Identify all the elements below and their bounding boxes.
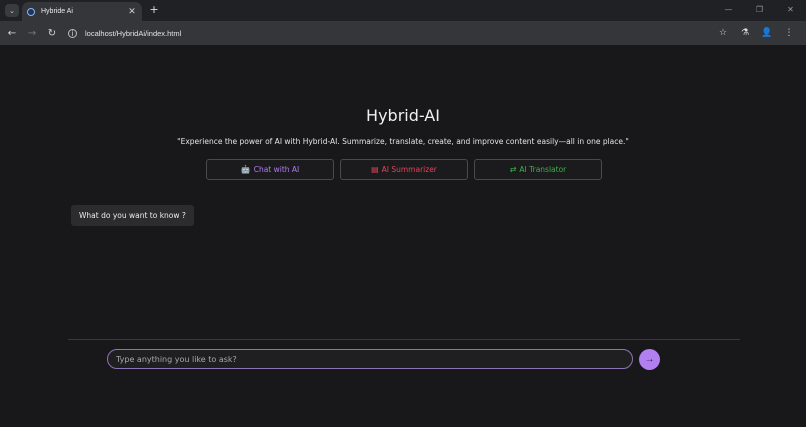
send-button[interactable]: → [639,349,660,370]
chat-input[interactable] [107,349,633,369]
ai-translator-button[interactable]: ⇄ AI Translator [474,159,602,180]
tab-bar: ⌄ Hybride Ai ✕ + — ❐ ✕ [0,0,806,21]
browser-toolbar: ← → ↻ i localhost/HybridAi/index.html ☆ … [0,21,806,45]
tab-title: Hybride Ai [41,8,73,15]
ai-translator-label: AI Translator [519,165,567,174]
forward-button[interactable]: → [22,28,42,39]
labs-flask-icon[interactable]: ⚗ [734,28,756,38]
site-info-icon[interactable]: i [68,28,77,38]
document-icon: ▤ [371,165,379,174]
chat-with-ai-label: Chat with AI [253,165,300,174]
chevron-down-icon: ⌄ [9,6,15,15]
browser-tab[interactable]: Hybride Ai ✕ [22,2,142,21]
profile-icon[interactable]: 👤 [756,28,778,38]
close-tab-icon[interactable]: ✕ [127,7,137,17]
arrow-right-icon: → [644,354,655,365]
address-bar[interactable]: i localhost/HybridAi/index.html [68,28,181,38]
page-title: Hybrid-AI [366,106,440,125]
chat-with-ai-button[interactable]: 🤖 Chat with AI [206,159,334,180]
site-favicon-icon [27,7,35,16]
ai-summarizer-label: AI Summarizer [381,165,437,174]
minimize-button[interactable]: — [713,0,744,21]
toolbar-right-icons: ☆ ⚗ 👤 ⋮ [712,21,800,45]
mode-buttons: 🤖 Chat with AI ▤ AI Summarizer ⇄ AI Tran… [206,159,602,180]
new-tab-button[interactable]: + [148,3,160,17]
page-content: Hybrid-AI "Experience the power of AI wi… [0,45,806,427]
tab-list-button[interactable]: ⌄ [5,4,19,17]
menu-icon[interactable]: ⋮ [778,28,800,38]
close-window-button[interactable]: ✕ [775,0,806,21]
back-button[interactable]: ← [2,28,22,39]
robot-icon: 🤖 [240,165,251,174]
restore-button[interactable]: ❐ [744,0,775,21]
input-divider [68,339,740,340]
reload-button[interactable]: ↻ [42,28,62,39]
url-text[interactable]: localhost/HybridAi/index.html [85,29,181,38]
bookmark-star-icon[interactable]: ☆ [712,28,734,38]
ai-summarizer-button[interactable]: ▤ AI Summarizer [340,159,468,180]
translate-icon: ⇄ [509,165,517,174]
page-subtitle: "Experience the power of AI with Hybrid-… [177,137,629,146]
window-controls: — ❐ ✕ [713,0,806,21]
bot-message-bubble: What do you want to know ? [71,205,194,226]
